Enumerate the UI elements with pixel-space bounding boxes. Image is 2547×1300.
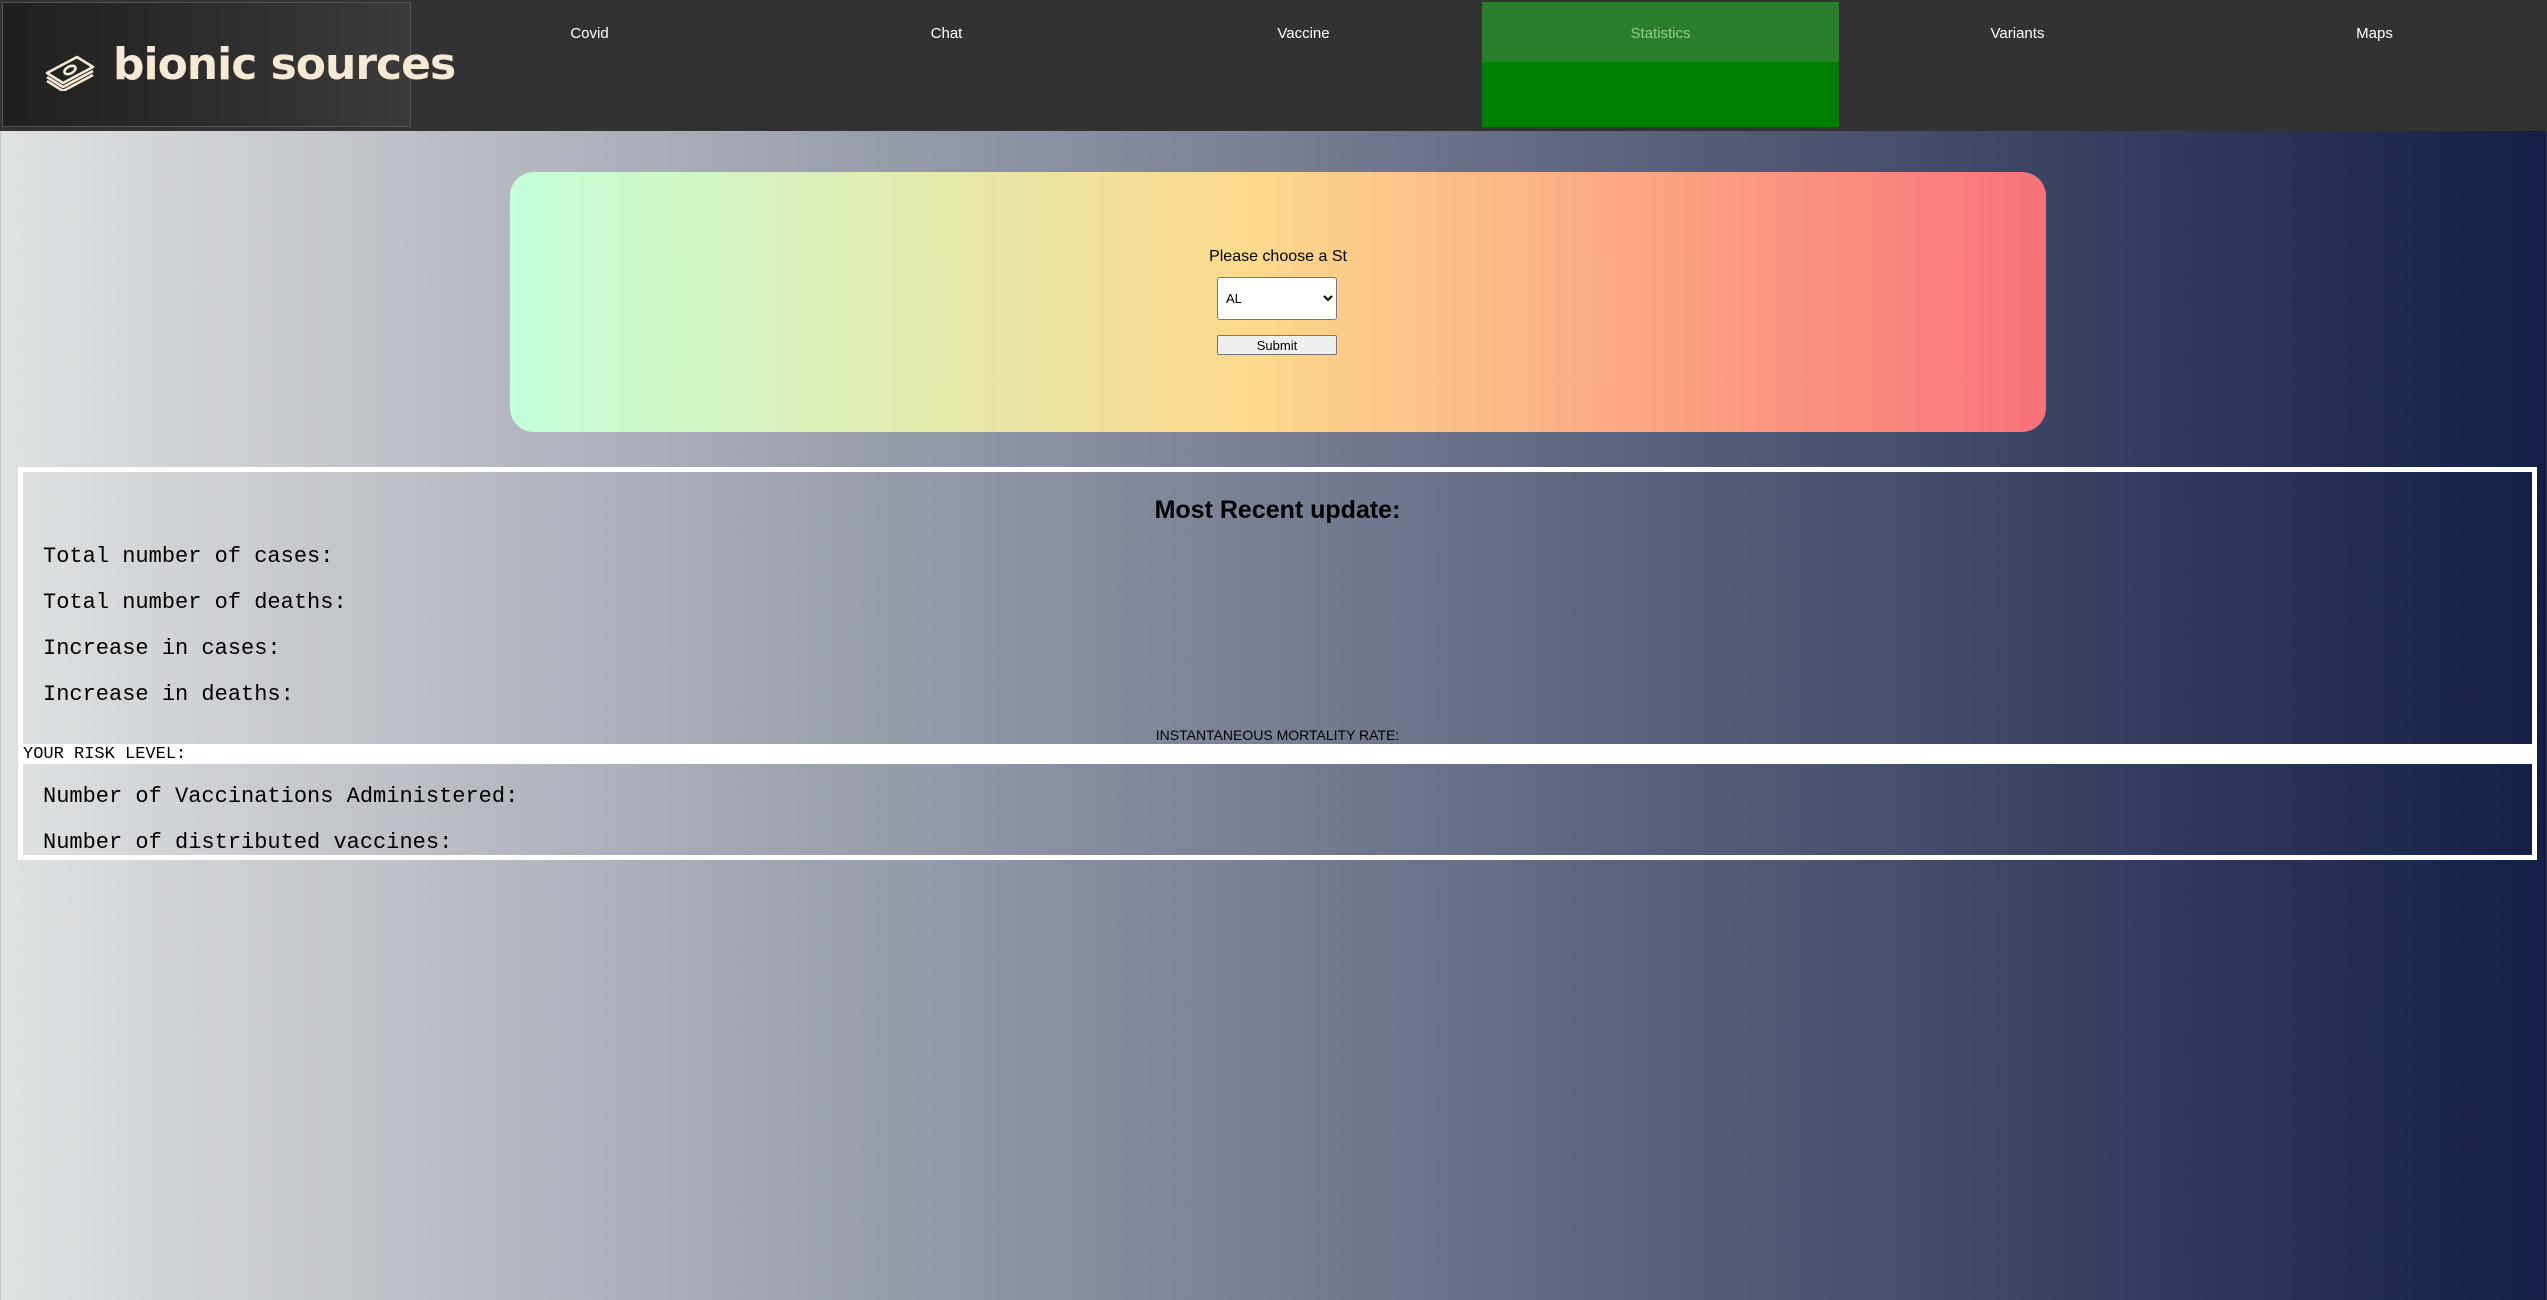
nav-item-statistics[interactable]: Statistics (1482, 2, 1839, 127)
submit-button[interactable]: Submit (1217, 335, 1337, 355)
state-prompt: Please choose a St (1209, 248, 1347, 265)
total-deaths-label: Total number of deaths: (43, 590, 347, 615)
stats-title: Most Recent update: (1154, 496, 1401, 524)
nav-item-variants[interactable]: Variants (1839, 2, 2196, 127)
nav-label: Variants (1990, 25, 2045, 42)
top-navbar: bionic sources Covid Chat Vaccine Statis… (0, 0, 2547, 131)
vaccine-stats-panel: Number of Vaccinations Administered: Num… (18, 764, 2537, 860)
nav-label: Statistics (1630, 25, 1691, 42)
risk-level-band: YOUR RISK LEVEL: (18, 744, 2537, 764)
distributed-vaccines-label: Number of distributed vaccines: (43, 830, 453, 855)
brand-logo[interactable]: bionic sources (2, 2, 456, 127)
stats-panel: Most Recent update: Total number of case… (18, 467, 2537, 744)
brand-name: bionic sources (113, 39, 456, 90)
nav-item-chat[interactable]: Chat (768, 2, 1125, 127)
nav-item-maps[interactable]: Maps (2196, 2, 2547, 127)
total-cases-label: Total number of cases: (43, 544, 334, 569)
vaccinations-administered-label: Number of Vaccinations Administered: (43, 784, 519, 809)
nav-label: Maps (2356, 25, 2393, 42)
mortality-rate-label: INSTANTANEOUS MORTALITY RATE: (1155, 727, 1400, 743)
state-form-card: Please choose a St AL Submit (510, 172, 2046, 432)
nav-item-vaccine[interactable]: Vaccine (1125, 2, 1482, 127)
nav-label: Chat (930, 25, 963, 42)
risk-level-label: YOUR RISK LEVEL: (23, 745, 187, 764)
increase-deaths-label: Increase in deaths: (43, 682, 294, 707)
nav-label: Covid (570, 25, 609, 42)
nav-label: Vaccine (1277, 25, 1330, 42)
state-select[interactable]: AL (1217, 277, 1337, 320)
money-stack-icon (45, 55, 95, 91)
increase-cases-label: Increase in cases: (43, 636, 281, 661)
nav-item-covid[interactable]: Covid (411, 2, 768, 127)
